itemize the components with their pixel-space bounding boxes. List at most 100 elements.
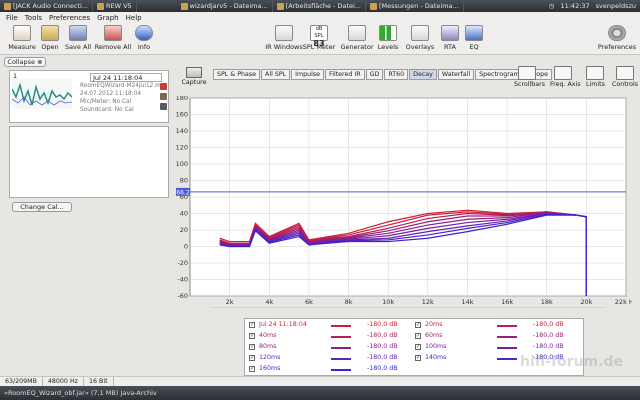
measurement-file: RoomEQWizard-M24Jul12.m — [80, 83, 161, 89]
notes-area[interactable]: Change Cal... — [9, 126, 169, 212]
x-tick-label: 16k — [501, 298, 513, 306]
controls-label: Controls — [612, 81, 639, 88]
legend-value: -180,0 dB — [367, 365, 398, 372]
decay-chart[interactable]: 180 160 140 120 100 80 60 40 20 0 -20 -40 -60 2k 4k 6k 8… — [174, 94, 638, 314]
menu-tools[interactable]: Tools — [25, 14, 42, 22]
eq-icon — [465, 25, 483, 41]
legend-series-name: 60ms — [425, 332, 443, 339]
collapse-button[interactable]: Collapse ⊗ — [4, 57, 46, 67]
legend-checkbox[interactable]: ✓ — [249, 355, 255, 361]
info-button[interactable]: Info — [124, 25, 164, 51]
taskbar-item[interactable]: [Arbeitsfläche - Datei... — [273, 0, 366, 12]
legend-checkbox[interactable]: ✓ — [249, 333, 255, 339]
delete-measurement-icon[interactable] — [160, 83, 167, 90]
measurement-entry[interactable]: 1 Jul 24 11:18:04 RoomEQWizard-M24Jul12.… — [9, 70, 169, 123]
y-tick-label: -60 — [177, 292, 188, 300]
measurement-date: 24.07.2012 11:18:04 — [80, 91, 142, 97]
y-tick-label: -40 — [177, 276, 188, 284]
measurement-thumbnail — [11, 79, 73, 109]
legend-checkbox[interactable]: ✓ — [415, 355, 421, 361]
change-cal-button[interactable]: Change Cal... — [12, 202, 72, 212]
legend-checkbox[interactable]: ✓ — [249, 366, 255, 372]
scrollbars-label: Scrollbars — [514, 81, 545, 88]
y-tick-label: 40 — [180, 210, 188, 218]
y-tick-label: 180 — [176, 96, 188, 102]
folder-open-icon — [41, 25, 59, 41]
ir-windows-icon — [275, 25, 293, 41]
legend-swatch — [331, 358, 351, 360]
taskbar-item[interactable]: wizardjarv5 - Dateima... — [177, 0, 273, 12]
thumbnail-graph — [11, 82, 73, 106]
x-tick-label: 22k Hz — [615, 298, 632, 306]
x-tick-label: 18k — [541, 298, 553, 306]
eq-button[interactable]: EQ — [454, 25, 494, 51]
legend-swatch — [331, 325, 351, 327]
app-icon — [96, 2, 104, 10]
tab-decay[interactable]: Decay — [409, 69, 437, 80]
user-name[interactable]: svenpeldszu — [596, 2, 636, 10]
graph-controls: Scrollbars Freq. Axis Limits Controls — [514, 66, 638, 90]
spl-meter-button[interactable]: dB SPL 83 SPL Meter — [299, 25, 339, 51]
tab-waterfall[interactable]: Waterfall — [437, 69, 475, 80]
legend-series-name: Jul 24 11:18:04 — [259, 321, 307, 328]
taskbar-item[interactable]: [JACK Audio Connecti... — [0, 0, 93, 12]
legend-series-name: 160ms — [259, 365, 281, 372]
y-tick-label: 140 — [176, 127, 188, 135]
app-icon — [4, 2, 11, 10]
spl-meter-display: dB SPL 83 — [310, 25, 328, 48]
y-tick-label: 20 — [180, 226, 188, 234]
tab-all-spl[interactable]: All SPL — [261, 69, 291, 80]
controls-icon[interactable] — [616, 66, 634, 80]
legend-swatch — [331, 336, 351, 338]
taskbar-item[interactable]: [Messungen - Dateima... — [366, 0, 464, 12]
save-measurement-icon[interactable] — [160, 103, 167, 110]
legend-checkbox[interactable]: ✓ — [415, 333, 421, 339]
decay-chart-svg[interactable]: 180160140120100806040200-20-40-602k 4k 6k 8… — [174, 94, 638, 314]
menu-file[interactable]: File — [6, 14, 18, 22]
legend-swatch — [497, 325, 517, 327]
legend-value: -180,0 dB — [367, 332, 398, 339]
legend-checkbox[interactable]: ✓ — [415, 344, 421, 350]
mic-calibration: Mic/Meter: No Cal — [80, 99, 132, 105]
legend-series-name: 80ms — [259, 343, 277, 350]
legend-checkbox[interactable]: ✓ — [415, 322, 421, 328]
graph-tabs: SPL & Phase All SPL Impulse Filtered IR … — [213, 69, 552, 80]
legend-checkbox[interactable]: ✓ — [249, 322, 255, 328]
ir-windows-button[interactable]: IR Windows — [264, 25, 304, 51]
limits-icon[interactable] — [586, 66, 604, 80]
taskbar-item[interactable]: REW V5 — [93, 0, 137, 12]
x-tick-label: 20k — [580, 298, 592, 306]
measurement-name-input[interactable]: Jul 24 11:18:04 — [90, 73, 162, 82]
menubar: File Tools Preferences Graph Help — [0, 12, 640, 23]
legend-value: -180,0 dB — [533, 343, 564, 350]
taskbar: [JACK Audio Connecti... REW V5 wizardjar… — [0, 0, 640, 12]
tab-rt60[interactable]: RT60 — [384, 69, 409, 80]
legend-series-name: 120ms — [259, 354, 281, 361]
legend-swatch — [497, 347, 517, 349]
toolbar: Measure Open Save All Remove All Info IR… — [0, 23, 640, 55]
legend-value: -180,0 dB — [367, 321, 398, 328]
legend-swatch — [497, 358, 517, 360]
preferences-button[interactable]: Preferences — [596, 25, 638, 51]
tab-filtered-ir[interactable]: Filtered IR — [325, 69, 365, 80]
scrollbars-icon[interactable] — [518, 66, 536, 80]
reference-level-value: 66.2 — [176, 189, 190, 196]
save-all-button[interactable]: Save All — [58, 25, 98, 51]
tab-spl-phase[interactable]: SPL & Phase — [213, 69, 261, 80]
tab-gd[interactable]: GD — [365, 69, 384, 80]
bit-depth: 16 Bit — [84, 377, 114, 386]
menu-preferences[interactable]: Preferences — [49, 14, 90, 22]
edit-icon[interactable] — [160, 93, 167, 100]
menu-help[interactable]: Help — [126, 14, 142, 22]
legend-checkbox[interactable]: ✓ — [249, 344, 255, 350]
menu-graph[interactable]: Graph — [97, 14, 118, 22]
generator-icon — [348, 25, 366, 41]
freq-axis-icon[interactable] — [554, 66, 572, 80]
tab-impulse[interactable]: Impulse — [291, 69, 325, 80]
folder-icon — [369, 2, 377, 10]
capture-button[interactable]: Capture — [180, 67, 208, 86]
legend-value: -180,0 dB — [533, 321, 564, 328]
x-tick-label: 14k — [461, 298, 473, 306]
file-manager-status: «RoomEQ_Wizard_obf.jar» (7,1 MB) Java-Ar… — [0, 386, 640, 400]
y-tick-label: -20 — [177, 259, 188, 267]
